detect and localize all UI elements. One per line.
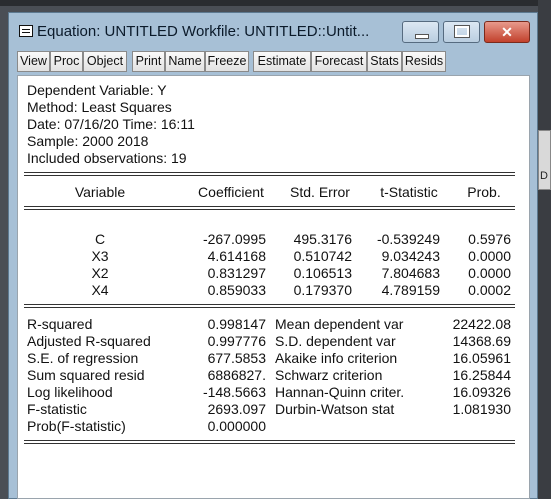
object-button[interactable]: Object — [83, 51, 127, 72]
stat-label: F-statistic — [27, 401, 87, 417]
stat-label: Mean dependent var — [275, 316, 404, 332]
table-cell: 0.831297 — [207, 265, 266, 281]
stat-label: Adjusted R-squared — [27, 333, 151, 349]
divider — [24, 440, 515, 444]
table-cell: 4.789159 — [381, 282, 440, 298]
minimize-button[interactable] — [402, 21, 439, 43]
stat-value: -148.5663 — [202, 384, 266, 400]
stat-value: 1.081930 — [452, 401, 511, 417]
table-cell: 9.034243 — [381, 248, 440, 264]
proc-button[interactable]: Proc — [50, 51, 83, 72]
table-cell: -0.539249 — [376, 231, 440, 247]
maximize-icon — [454, 25, 470, 38]
window-title: Equation: UNTITLED Workfile: UNTITLED::U… — [37, 23, 370, 40]
resids-button[interactable]: Resids — [402, 51, 446, 72]
table-cell: 4.614168 — [207, 248, 266, 264]
maximize-button[interactable] — [443, 21, 480, 43]
estimation-output[interactable]: Dependent Variable: Y Method: Least Squa… — [17, 75, 530, 499]
stat-label: Hannan-Quinn criter. — [275, 384, 405, 400]
dependent-variable: Dependent Variable: Y — [27, 82, 167, 98]
stat-label: Schwarz criterion — [275, 367, 383, 383]
divider — [24, 304, 515, 308]
stat-value: 0.000000 — [207, 418, 266, 434]
stat-value: 22422.08 — [452, 316, 511, 332]
stat-label: Sum squared resid — [27, 367, 145, 383]
col-variable: Variable — [74, 184, 126, 200]
table-cell: 0.0000 — [468, 265, 511, 281]
col-t-statistic: t-Statistic — [380, 184, 438, 200]
stat-value: 0.997776 — [207, 333, 266, 349]
freeze-button[interactable]: Freeze — [205, 51, 249, 72]
forecast-button[interactable]: Forecast — [311, 51, 367, 72]
close-icon: ✕ — [501, 24, 513, 40]
table-cell: X3 — [91, 248, 109, 264]
sample: Sample: 2000 2018 — [27, 133, 149, 149]
divider — [24, 172, 515, 176]
stat-label: Log likelihood — [27, 384, 113, 400]
table-cell: X4 — [91, 282, 109, 298]
print-button[interactable]: Print — [132, 51, 165, 72]
estimate-button[interactable]: Estimate — [253, 51, 311, 72]
table-cell: 0.859033 — [207, 282, 266, 298]
col-coefficient: Coefficient — [198, 184, 264, 200]
stat-value: 16.25844 — [452, 367, 511, 383]
stats-button[interactable]: Stats — [367, 51, 402, 72]
background-window: D — [538, 0, 551, 499]
divider — [24, 206, 515, 210]
table-cell: C — [94, 231, 106, 247]
table-cell: 7.804683 — [381, 265, 440, 281]
stat-value: 2693.097 — [207, 401, 266, 417]
name-button[interactable]: Name — [165, 51, 205, 72]
stat-label: R-squared — [27, 316, 93, 332]
date-time: Date: 07/16/20 Time: 16:11 — [27, 116, 195, 132]
table-cell: 495.3176 — [293, 231, 352, 247]
background-window-label: D — [540, 170, 548, 182]
stat-value: 16.05961 — [452, 350, 511, 366]
stat-value: 14368.69 — [452, 333, 511, 349]
table-cell: 0.0000 — [468, 248, 511, 264]
stat-value: 677.5853 — [207, 350, 266, 366]
stat-value: 0.998147 — [207, 316, 266, 332]
stat-value: 6886827. — [207, 367, 266, 383]
table-cell: X2 — [91, 265, 109, 281]
view-button[interactable]: View — [17, 51, 50, 72]
table-cell: 0.179370 — [293, 282, 352, 298]
stat-label: S.D. dependent var — [275, 333, 396, 349]
table-cell: 0.106513 — [293, 265, 352, 281]
title-bar[interactable]: Equation: UNTITLED Workfile: UNTITLED::U… — [9, 13, 537, 49]
method: Method: Least Squares — [27, 99, 172, 115]
table-cell: 0.0002 — [468, 282, 511, 298]
stat-label: Durbin-Watson stat — [275, 401, 395, 417]
stat-label: Akaike info criterion — [275, 350, 398, 366]
table-cell: -267.0995 — [202, 231, 266, 247]
col-prob: Prob. — [467, 184, 501, 200]
desktop-top-strip — [0, 0, 551, 6]
included-observations: Included observations: 19 — [27, 150, 187, 166]
table-cell: 0.510742 — [293, 248, 352, 264]
col-std-error: Std. Error — [290, 184, 350, 200]
minimize-icon — [415, 34, 429, 39]
close-button[interactable]: ✕ — [484, 21, 530, 43]
window-menu-icon[interactable] — [19, 25, 33, 37]
stat-label: Prob(F-statistic) — [27, 418, 126, 434]
table-cell: 0.5976 — [468, 231, 511, 247]
stat-label: S.E. of regression — [27, 350, 139, 366]
equation-window[interactable]: Equation: UNTITLED Workfile: UNTITLED::U… — [8, 12, 538, 499]
stat-value: 16.09326 — [452, 384, 511, 400]
